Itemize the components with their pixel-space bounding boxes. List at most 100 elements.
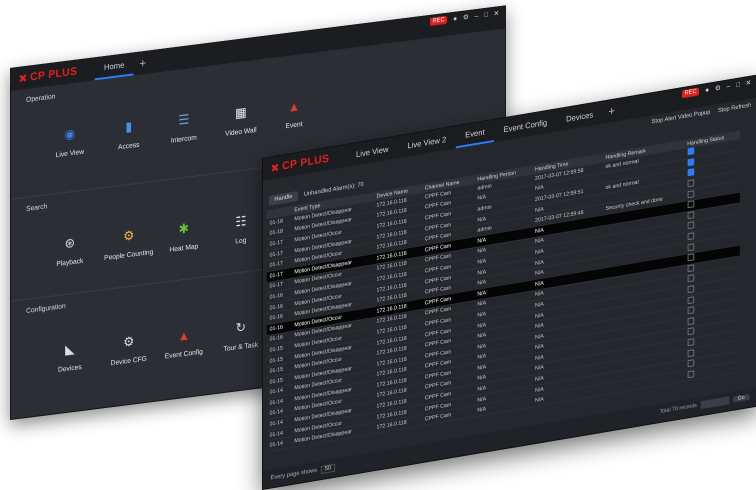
- tile-label: Intercom: [170, 134, 197, 145]
- tile-tour-task[interactable]: ↻ Tour & Task: [212, 313, 269, 354]
- tile-access[interactable]: ▮ Access: [100, 112, 157, 153]
- video-wall-icon: ▦: [235, 104, 247, 121]
- heat-map-icon: ✱: [178, 220, 190, 237]
- tab-label: Event Config: [503, 117, 548, 134]
- page-input[interactable]: [700, 396, 730, 410]
- tab-label: Event: [465, 127, 485, 140]
- status-checkbox[interactable]: [687, 168, 694, 177]
- device-config-icon: ⚙: [123, 333, 135, 350]
- status-checkbox[interactable]: [687, 359, 694, 368]
- maximize-icon[interactable]: □: [484, 11, 488, 19]
- tile-label: Heat Map: [169, 243, 199, 254]
- tile-people-counting[interactable]: ⚙ People Counting: [100, 221, 157, 262]
- record-indicator-icon[interactable]: REC: [429, 15, 448, 26]
- status-checkbox[interactable]: [687, 232, 694, 241]
- tile-label: Live View: [55, 148, 85, 160]
- status-checkbox[interactable]: [687, 158, 694, 167]
- user-icon[interactable]: ●: [705, 86, 709, 94]
- tab-label: Devices: [566, 109, 594, 124]
- status-checkbox[interactable]: [687, 221, 694, 230]
- tile-label: People Counting: [104, 248, 154, 263]
- tile-event-config[interactable]: ▲ Event Config: [155, 320, 212, 361]
- status-checkbox[interactable]: [687, 189, 694, 199]
- status-checkbox[interactable]: [687, 147, 694, 156]
- section-title: Operation: [26, 93, 56, 104]
- tile-label: Video Wall: [225, 126, 257, 138]
- close-icon[interactable]: ✕: [494, 9, 500, 18]
- status-checkbox[interactable]: [687, 253, 694, 262]
- record-indicator-icon[interactable]: REC: [681, 87, 700, 99]
- status-checkbox[interactable]: [687, 264, 694, 273]
- add-tab-icon[interactable]: +: [134, 55, 152, 71]
- tile-label: Event Config: [164, 348, 203, 361]
- section-title: Configuration: [26, 302, 66, 315]
- status-checkbox[interactable]: [687, 295, 694, 304]
- cctv-camera-icon: ◣: [65, 340, 75, 358]
- event-config-icon: ▲: [177, 326, 190, 344]
- brand-mark-icon: ✖: [18, 72, 28, 86]
- tile-heat-map[interactable]: ✱ Heat Map: [155, 214, 212, 255]
- tablet-icon: ▮: [125, 118, 133, 135]
- tab-label: Live View: [356, 144, 389, 159]
- maximize-icon[interactable]: □: [736, 81, 740, 89]
- settings-icon[interactable]: ⚙: [715, 84, 721, 93]
- add-tab-icon[interactable]: +: [603, 103, 621, 120]
- tile-intercom[interactable]: ☰ Intercom: [155, 105, 212, 146]
- tile-label: Device CFG: [110, 355, 147, 368]
- tile-devices[interactable]: ◣ Devices: [41, 335, 98, 376]
- status-checkbox[interactable]: [687, 327, 694, 336]
- status-checkbox[interactable]: [687, 242, 694, 252]
- status-checkbox[interactable]: [687, 200, 694, 209]
- tile-event[interactable]: ▲ Event: [266, 92, 323, 133]
- per-page-select[interactable]: 50: [320, 463, 335, 475]
- status-checkbox[interactable]: [687, 306, 694, 315]
- tile-label: Event: [285, 121, 303, 131]
- go-button[interactable]: Go: [732, 393, 750, 403]
- tile-log[interactable]: ☷ Log: [212, 207, 269, 248]
- status-checkbox[interactable]: [687, 179, 694, 188]
- status-checkbox[interactable]: [687, 211, 694, 220]
- tile-label: Access: [118, 141, 140, 152]
- stop-refresh-toggle[interactable]: Stop Refresh: [718, 103, 751, 115]
- tile-device-cfg[interactable]: ⚙ Device CFG: [100, 327, 157, 368]
- close-icon[interactable]: ✕: [746, 79, 752, 88]
- settings-icon[interactable]: ⚙: [463, 13, 469, 22]
- tab-devices[interactable]: Devices: [557, 102, 603, 132]
- tile-label: Devices: [58, 363, 82, 374]
- tab-home-label: Home: [104, 60, 125, 72]
- tile-label: Tour & Task: [223, 341, 259, 354]
- alarm-light-icon: ▲: [287, 97, 301, 115]
- pager: Total 70 records Go: [660, 393, 750, 416]
- status-checkbox[interactable]: [687, 338, 694, 347]
- brand-name: CP PLUS: [282, 152, 330, 173]
- tile-label: Playback: [56, 257, 84, 269]
- window-controls: REC ● ⚙ – □ ✕: [681, 79, 752, 99]
- status-checkbox[interactable]: [687, 370, 694, 379]
- status-checkbox[interactable]: [687, 274, 694, 283]
- minimize-icon[interactable]: –: [475, 12, 479, 19]
- tile-video-wall[interactable]: ▦ Video Wall: [212, 98, 269, 139]
- tour-task-icon: ↻: [235, 319, 247, 336]
- minimize-icon[interactable]: –: [727, 83, 731, 91]
- handle-button[interactable]: Handle: [268, 190, 299, 206]
- log-icon: ☷: [235, 213, 247, 230]
- tile-playback[interactable]: ⊛ Playback: [41, 229, 98, 270]
- brand-mark-icon: ✖: [270, 161, 280, 176]
- section-title: Search: [26, 203, 48, 213]
- user-icon[interactable]: ●: [453, 15, 457, 23]
- pager-total: Total 70 records: [659, 402, 697, 416]
- camera-lens-icon: ◉: [64, 125, 76, 143]
- tab-label: Live View 2: [407, 134, 447, 151]
- brand-name: CP PLUS: [30, 65, 78, 84]
- tile-live-view[interactable]: ◉ Live View: [41, 120, 98, 161]
- tab-event[interactable]: Event: [455, 119, 495, 149]
- per-page-label: Every page shows: [270, 467, 318, 482]
- status-checkbox[interactable]: [687, 317, 694, 326]
- tile-label: Log: [235, 237, 247, 246]
- status-checkbox[interactable]: [687, 348, 694, 357]
- people-counting-icon: ⚙: [123, 227, 135, 244]
- window-controls: REC ● ⚙ – □ ✕: [429, 9, 500, 26]
- status-checkbox[interactable]: [687, 285, 694, 294]
- intercom-icon: ☰: [178, 111, 190, 128]
- playback-reel-icon: ⊛: [64, 234, 76, 252]
